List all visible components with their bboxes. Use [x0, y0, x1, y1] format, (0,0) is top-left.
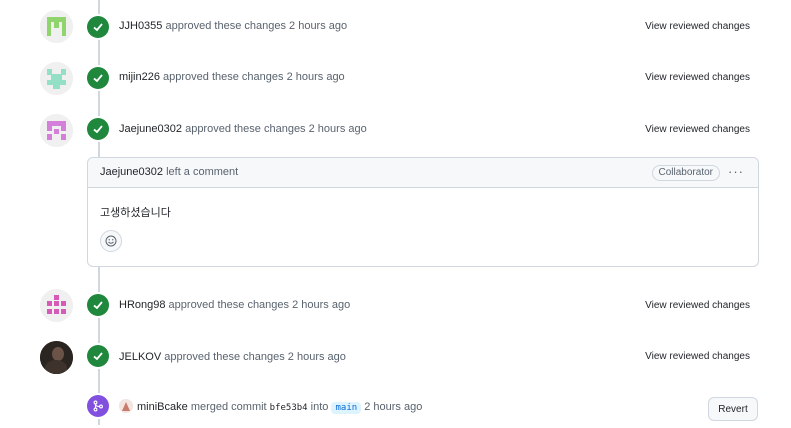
approved-check-icon [87, 118, 109, 140]
smiley-icon [105, 235, 117, 247]
avatar[interactable] [40, 114, 73, 147]
comment-author-line: Jaejune0302 left a comment [100, 166, 238, 178]
avatar[interactable] [40, 62, 73, 95]
view-reviewed-changes-link[interactable]: View reviewed changes [645, 21, 750, 32]
merge-into: into [310, 401, 329, 413]
commit-sha-link[interactable]: bfe53b4 [270, 403, 308, 413]
author-link[interactable]: Jaejune0302 [119, 123, 182, 135]
author-link[interactable]: JELKOV [119, 351, 161, 363]
view-reviewed-changes-link[interactable]: View reviewed changes [645, 351, 750, 362]
event-time[interactable]: 2 hours ago [309, 123, 367, 135]
view-reviewed-changes-link[interactable]: View reviewed changes [645, 124, 750, 135]
add-reaction-button[interactable] [100, 230, 122, 252]
event-time[interactable]: 2 hours ago [364, 401, 422, 413]
merge-event: miniBcake merged commit bfe53b4 into mai… [0, 394, 791, 428]
review-event: JELKOV approved these changes 2 hours ag… [0, 341, 791, 375]
approved-check-icon [87, 16, 109, 38]
event-text: HRong98 approved these changes 2 hours a… [119, 299, 350, 311]
event-action: approved these changes [185, 123, 306, 135]
event-text: mijin226 approved these changes 2 hours … [119, 71, 345, 83]
review-event: JJH0355 approved these changes 2 hours a… [0, 10, 791, 44]
event-time[interactable]: 2 hours ago [292, 299, 350, 311]
author-link[interactable]: HRong98 [119, 299, 165, 311]
approved-check-icon [87, 67, 109, 89]
event-text: JELKOV approved these changes 2 hours ag… [119, 351, 346, 363]
view-reviewed-changes-link[interactable]: View reviewed changes [645, 72, 750, 83]
event-action: approved these changes [164, 351, 285, 363]
event-action: approved these changes [168, 299, 290, 311]
author-link[interactable]: mijin226 [119, 71, 160, 83]
comment-header: Jaejune0302 left a comment Collaborator … [88, 158, 758, 188]
event-time[interactable]: 2 hours ago [288, 351, 346, 363]
review-event: HRong98 approved these changes 2 hours a… [0, 289, 791, 323]
event-text: Jaejune0302 approved these changes 2 hou… [119, 123, 367, 135]
comment-action: left a comment [166, 166, 239, 178]
view-reviewed-changes-link[interactable]: View reviewed changes [645, 300, 750, 311]
revert-button[interactable]: Revert [708, 397, 758, 421]
event-action: approved these changes [165, 20, 286, 32]
event-time[interactable]: 2 hours ago [287, 71, 345, 83]
avatar[interactable] [40, 10, 73, 43]
merge-action: merged commit [190, 401, 267, 413]
event-text: JJH0355 approved these changes 2 hours a… [119, 20, 347, 32]
comment-author-link[interactable]: Jaejune0302 [100, 166, 163, 178]
review-event: Jaejune0302 approved these changes 2 hou… [0, 113, 791, 147]
avatar[interactable] [40, 341, 73, 374]
kebab-menu-icon[interactable]: ··· [728, 164, 744, 179]
approved-check-icon [87, 294, 109, 316]
review-event: mijin226 approved these changes 2 hours … [0, 62, 791, 96]
event-action: approved these changes [163, 71, 284, 83]
author-link[interactable]: miniBcake [137, 401, 188, 413]
comment-body: 고생하셨습니다 [100, 207, 171, 219]
approved-check-icon [87, 345, 109, 367]
event-time[interactable]: 2 hours ago [289, 20, 347, 32]
git-merge-icon [87, 395, 109, 417]
avatar[interactable] [40, 289, 73, 322]
branch-label[interactable]: main [331, 402, 362, 414]
collaborator-badge: Collaborator [651, 165, 720, 181]
author-link[interactable]: JJH0355 [119, 20, 162, 32]
avatar[interactable] [119, 399, 133, 413]
comment-box: Jaejune0302 left a comment Collaborator … [87, 157, 759, 267]
merge-text: miniBcake merged commit bfe53b4 into mai… [119, 399, 422, 414]
